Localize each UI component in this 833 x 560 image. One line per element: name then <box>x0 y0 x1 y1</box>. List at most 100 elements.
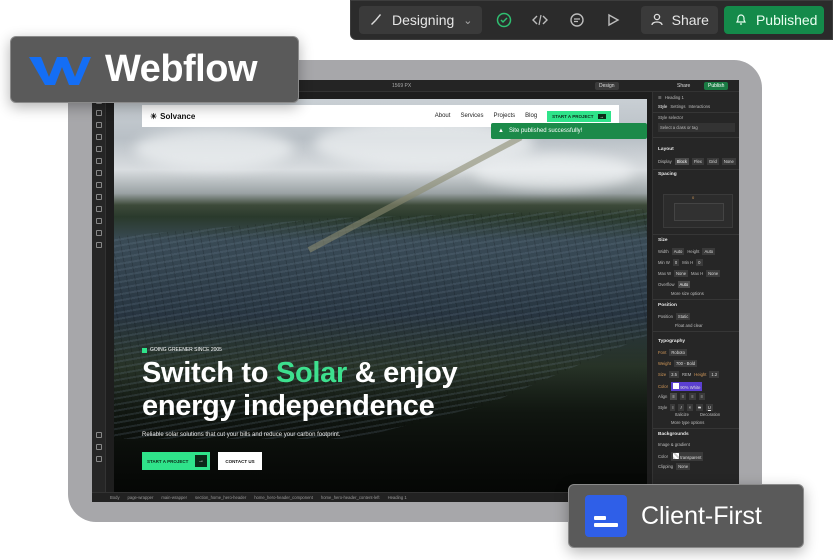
hero-heading[interactable]: Switch to Solar & enjoy energy independe… <box>142 357 542 423</box>
breadcrumb-item[interactable]: home_hero-header_component <box>254 495 313 500</box>
display-label: Display <box>658 159 672 164</box>
breadcrumb-item[interactable]: page-wrapper <box>128 495 154 500</box>
help-icon[interactable] <box>96 444 102 450</box>
image-gradient-row[interactable]: Image & gradient <box>658 442 690 447</box>
backgrounds-section-title[interactable]: Backgrounds <box>658 432 689 437</box>
check-circle-icon[interactable] <box>488 6 519 34</box>
publish-button[interactable]: Published <box>723 6 824 34</box>
align-left-icon[interactable]: ≡ <box>670 393 677 400</box>
code-icon[interactable] <box>525 6 556 34</box>
more-size-options[interactable]: More size options <box>671 291 704 296</box>
libraries-icon[interactable] <box>96 242 102 248</box>
display-flex[interactable]: Flex <box>691 158 704 165</box>
display-block[interactable]: Block <box>674 158 689 165</box>
tab-settings[interactable]: Settings <box>670 104 685 109</box>
editor-share-button[interactable]: Share <box>677 83 690 89</box>
components-icon[interactable] <box>96 134 102 140</box>
site-canvas[interactable]: ☀ Solvance About Services Projects Blog … <box>114 99 647 492</box>
mode-dropdown[interactable]: Designing ⌄ <box>359 6 483 34</box>
typography-section-title[interactable]: Typography <box>658 339 685 344</box>
align-right-icon[interactable]: ≡ <box>689 393 696 400</box>
align-justify-icon[interactable]: ≡ <box>698 393 706 400</box>
hero-subtext: Reliable solar solutions that cut your b… <box>142 432 341 438</box>
assets-icon[interactable] <box>96 218 102 224</box>
strikethrough-icon[interactable]: S <box>696 404 703 411</box>
spacing-box-model[interactable]: 0 <box>663 194 733 228</box>
bg-color-select[interactable]: transparent <box>671 452 704 461</box>
navigator-icon[interactable] <box>96 122 102 128</box>
users-icon[interactable] <box>96 194 102 200</box>
style-manager-icon[interactable] <box>96 158 102 164</box>
margin-top-value[interactable]: 0 <box>692 195 694 200</box>
tab-style[interactable]: Style <box>658 104 667 109</box>
more-type-label: More type options <box>671 420 705 425</box>
line-height-label: Height <box>694 372 707 377</box>
editor-publish-button[interactable]: Publish <box>704 81 729 90</box>
max-width-input[interactable]: None <box>674 270 689 277</box>
nav-link-blog[interactable]: Blog <box>525 113 537 119</box>
decoration-none-icon[interactable]: × <box>686 404 694 411</box>
size-height-row: Size 3.5 REM Height 1.2 <box>658 371 720 378</box>
min-width-input[interactable]: 0 <box>672 259 680 266</box>
line-height-input[interactable]: 1.2 <box>709 371 720 378</box>
more-type-options[interactable]: More type options <box>671 420 704 425</box>
breadcrumb-item[interactable]: home_hero-header_content-left <box>321 495 380 500</box>
nav-link-services[interactable]: Services <box>460 113 483 119</box>
color-value: 90% White <box>680 385 701 390</box>
min-height-input[interactable]: 0 <box>696 259 703 266</box>
breadcrumb-item[interactable]: section_home_hero-header <box>195 495 246 500</box>
image-gradient-label: Image & gradient <box>658 442 690 447</box>
float-clear-label: Float and clear <box>675 323 703 328</box>
font-size-unit[interactable]: REM <box>682 372 691 377</box>
play-icon[interactable] <box>598 6 629 34</box>
breadcrumb-item[interactable]: Body <box>110 495 120 500</box>
font-row: Font Roboto <box>658 349 687 356</box>
ecommerce-icon[interactable] <box>96 182 102 188</box>
comment-icon[interactable] <box>562 6 593 34</box>
nav-link-projects[interactable]: Projects <box>493 113 515 119</box>
site-logo[interactable]: ☀ Solvance <box>150 112 195 121</box>
hero-start-project-button[interactable]: START A PROJECT → <box>142 452 210 470</box>
editor-design-dropdown[interactable]: Design <box>595 81 619 90</box>
weight-select[interactable]: 700 - Bold <box>673 360 698 367</box>
underline-icon[interactable]: U <box>705 404 713 411</box>
breadcrumb-item[interactable]: Heading 1 <box>388 495 407 500</box>
color-select[interactable]: 90% White <box>671 382 703 391</box>
font-size-input[interactable]: 3.5 <box>669 371 679 378</box>
share-button[interactable]: Share <box>640 6 718 34</box>
nav-link-about[interactable]: About <box>435 113 451 119</box>
display-grid[interactable]: Grid <box>706 158 719 165</box>
clipping-select[interactable]: None <box>676 463 691 470</box>
tab-interactions[interactable]: Interactions <box>688 104 710 109</box>
variables-icon[interactable] <box>96 146 102 152</box>
align-center-icon[interactable]: ≡ <box>679 393 687 400</box>
breadcrumb-item[interactable]: main-wrapper <box>161 495 187 500</box>
cms-icon[interactable] <box>96 170 102 176</box>
italic-off-icon[interactable]: I <box>670 404 676 411</box>
pages-icon[interactable] <box>96 110 102 116</box>
float-clear-button[interactable]: Float and clear <box>675 323 703 328</box>
display-none[interactable]: None <box>721 158 736 165</box>
max-height-input[interactable]: None <box>706 270 721 277</box>
padding-box[interactable] <box>674 203 724 221</box>
logic-icon[interactable] <box>96 206 102 212</box>
audit-icon[interactable] <box>96 456 102 462</box>
apps-icon[interactable] <box>96 230 102 236</box>
heading-icon: ☰ <box>658 95 662 100</box>
layout-section-title[interactable]: Layout <box>658 147 674 152</box>
settings-icon[interactable] <box>96 432 102 438</box>
italic-on-icon[interactable]: I <box>678 404 684 411</box>
position-select[interactable]: Static <box>675 313 691 320</box>
font-select[interactable]: Roboto <box>669 349 687 356</box>
overflow-auto[interactable]: Auto <box>677 281 691 288</box>
spacing-section-title[interactable]: Spacing <box>658 172 677 177</box>
position-section-title[interactable]: Position <box>658 303 677 308</box>
class-selector-input[interactable]: Select a class or tag <box>658 123 735 132</box>
italicize-caption: Italicize <box>675 412 689 417</box>
width-input[interactable]: Auto <box>671 248 685 255</box>
decoration-caption: Decoration <box>699 412 721 417</box>
size-section-title[interactable]: Size <box>658 238 668 243</box>
hero-contact-button[interactable]: CONTACT US <box>218 452 262 470</box>
height-input[interactable]: Auto <box>702 248 716 255</box>
nav-start-project-button[interactable]: START A PROJECT → <box>547 110 611 122</box>
